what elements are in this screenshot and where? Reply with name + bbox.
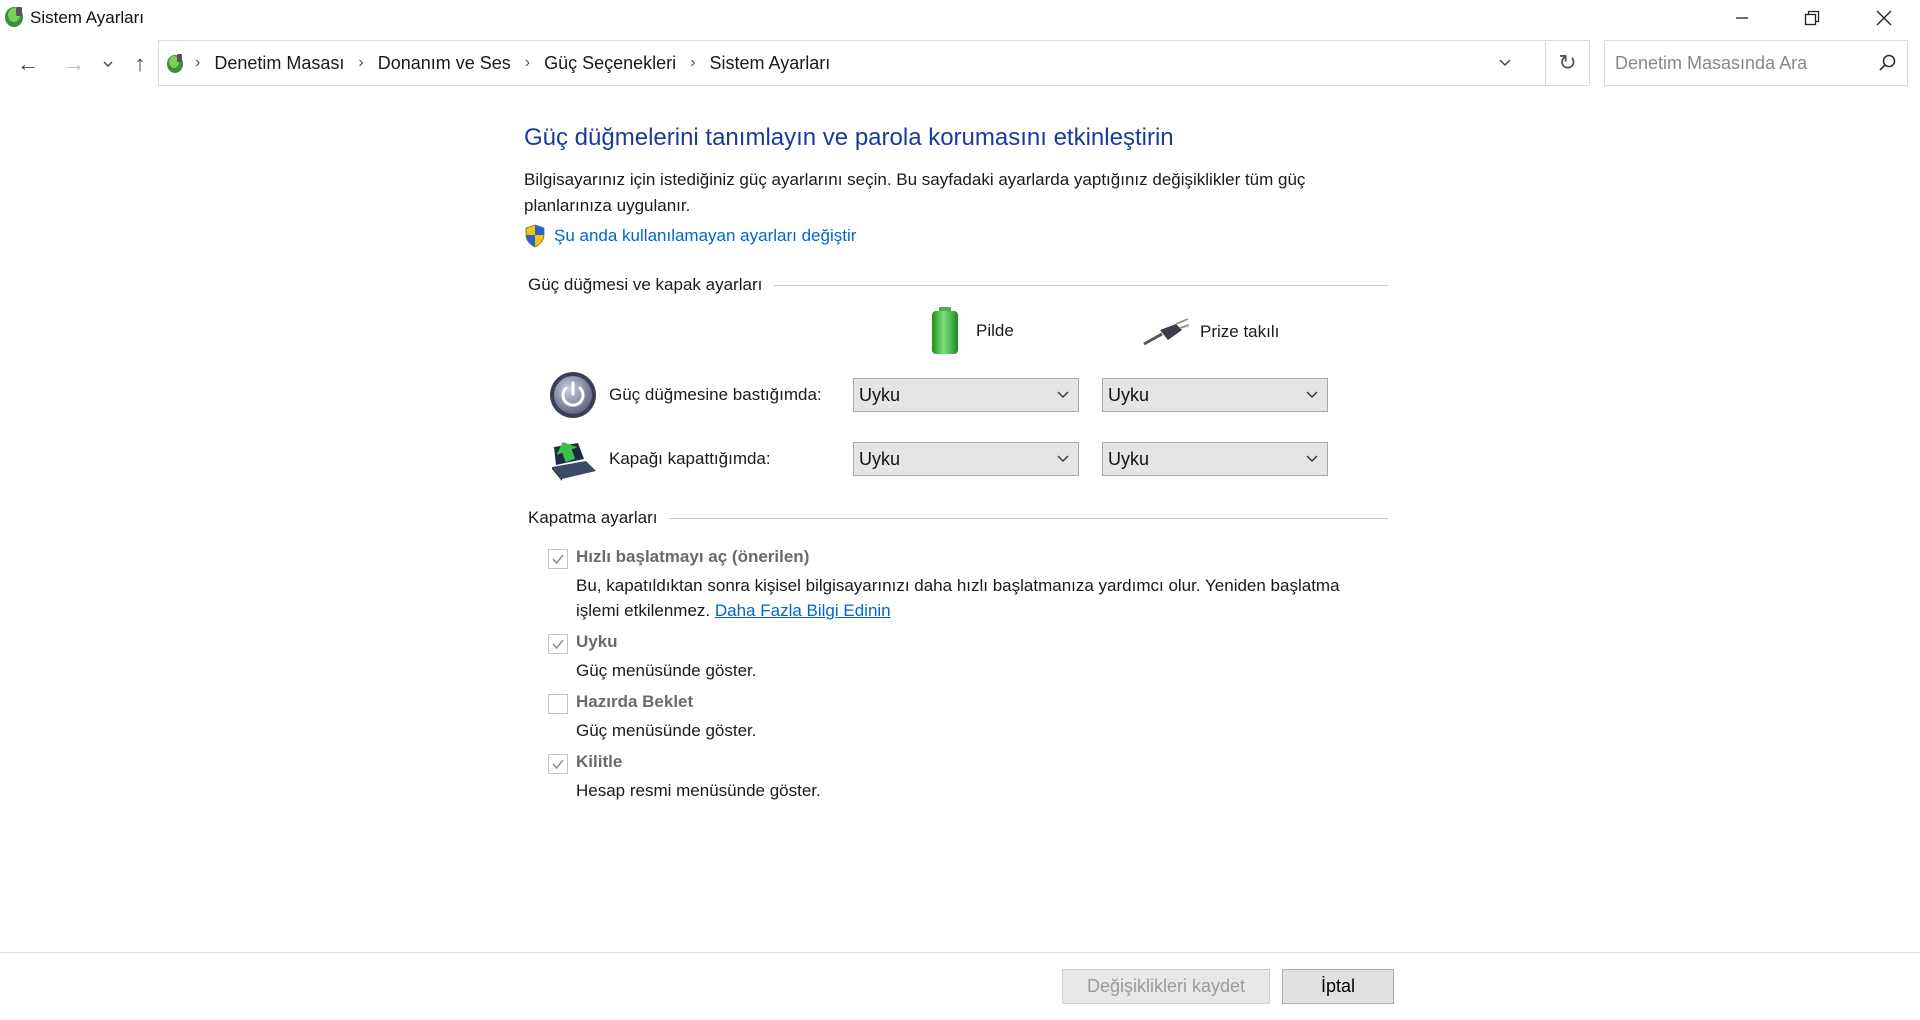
page-description: Bilgisayarınız için istediğiniz güç ayar… [524,170,1306,215]
breadcrumb-donanim-ve-ses[interactable]: Donanım ve Ses [378,53,511,74]
close-button[interactable] [1848,0,1920,36]
footer-divider [0,952,1920,953]
plugged-column-header: Prize takılı [1142,316,1279,348]
up-arrow-icon: ↑ [134,51,146,76]
fast-startup-checkbox[interactable] [548,549,568,569]
chevron-down-icon [1057,391,1069,398]
minimize-icon [1736,17,1748,19]
lid-plugged-value: Uyku [1108,448,1150,469]
breadcrumb-separator-icon[interactable]: › [690,54,695,72]
chevron-down-icon [103,61,113,67]
shutdown-section-header: Kapatma ayarları [528,508,1388,528]
lock-title: Kilitle [576,752,623,771]
checkmark-icon [552,554,564,565]
sleep-description: Güç menüsünde göster. [576,661,757,680]
restore-icon [1804,10,1820,26]
lock-checkbox[interactable] [548,754,568,774]
power-lid-section-title: Güç düğmesi ve kapak ayarları [528,275,763,294]
back-button[interactable]: ← [14,48,42,80]
section-divider [774,284,1388,286]
title-bar: Sistem Ayarları [0,0,1920,36]
close-icon [1876,10,1892,26]
lid-label: Kapağı kapattığımda: [609,449,771,468]
chevron-down-icon [1306,391,1318,398]
back-arrow-icon: ← [17,51,39,76]
uac-shield-icon [525,224,545,248]
plugged-column-label: Prize takılı [1200,322,1280,341]
power-button-battery-value: Uyku [859,384,901,405]
power-button-icon [550,372,596,418]
checkmark-icon [552,759,564,770]
laptop-lid-icon [552,441,596,481]
forward-arrow-icon: → [63,51,85,76]
power-button-plugged-select[interactable]: Uyku [1102,378,1328,412]
hibernate-checkbox[interactable] [548,694,568,714]
refresh-icon: ↻ [1558,50,1577,75]
lid-battery-select[interactable]: Uyku [853,442,1079,476]
search-box[interactable] [1604,40,1908,86]
change-unavailable-settings-link[interactable]: Şu anda kullanılamayan ayarları değiştir [524,224,856,248]
minimize-button[interactable] [1706,0,1778,36]
recent-locations-button[interactable] [96,48,120,80]
power-options-location-icon [167,54,183,73]
power-lid-section-header: Güç düğmesi ve kapak ayarları [528,275,1388,295]
cancel-button[interactable]: İptal [1282,969,1394,1004]
forward-button[interactable]: → [60,48,88,80]
power-options-app-icon [5,7,23,27]
power-plug-icon [1143,318,1190,346]
sleep-title: Uyku [576,632,618,651]
power-button-label: Güç düğmesine bastığımda: [609,385,822,404]
hibernate-title: Hazırda Beklet [576,692,694,711]
window-title: Sistem Ayarları [30,8,145,27]
up-button[interactable]: ↑ [126,48,154,80]
uac-link-label[interactable]: Şu anda kullanılamayan ayarları değiştir [554,226,856,246]
restore-button[interactable] [1776,0,1848,36]
save-changes-button[interactable]: Değişiklikleri kaydet [1062,969,1270,1004]
lid-battery-value: Uyku [859,448,901,469]
breadcrumb-guc-secenekleri[interactable]: Güç Seçenekleri [544,53,676,74]
section-divider [669,517,1388,519]
fast-startup-title: Hızlı başlatmayı aç (önerilen) [576,547,810,566]
search-icon[interactable] [1877,53,1897,73]
chevron-down-icon [1057,455,1069,462]
battery-column-header: Pilde [928,306,1014,356]
address-history-dropdown[interactable] [1481,41,1529,85]
power-button-battery-select[interactable]: Uyku [853,378,1079,412]
learn-more-link[interactable]: Daha Fazla Bilgi Edinin [715,601,891,620]
chevron-down-icon [1499,59,1511,67]
shutdown-section-title: Kapatma ayarları [528,508,658,527]
refresh-button[interactable]: ↻ [1545,40,1590,86]
fast-startup-description: Bu, kapatıldıktan sonra kişisel bilgisay… [576,573,1376,623]
lid-plugged-select[interactable]: Uyku [1102,442,1328,476]
address-bar[interactable]: › Denetim Masası › Donanım ve Ses › Güç … [158,40,1590,86]
hibernate-description: Güç menüsünde göster. [576,721,757,740]
page-title: Güç düğmelerini tanımlayın ve parola kor… [524,124,1174,151]
battery-column-label: Pilde [976,321,1014,340]
breadcrumb-separator-icon[interactable]: › [358,54,363,72]
breadcrumb-separator-icon[interactable]: › [525,54,530,72]
power-button-plugged-value: Uyku [1108,384,1150,405]
breadcrumb-denetim-masasi[interactable]: Denetim Masası [214,53,344,74]
sleep-checkbox[interactable] [548,634,568,654]
fast-startup-desc-text: Bu, kapatıldıktan sonra kişisel bilgisay… [576,576,1340,620]
battery-icon [932,307,958,354]
chevron-down-icon [1306,455,1318,462]
breadcrumb-sistem-ayarlari[interactable]: Sistem Ayarları [710,53,831,74]
checkmark-icon [552,639,564,650]
breadcrumb-separator-icon: › [195,54,201,71]
lock-description: Hesap resmi menüsünde göster. [576,781,821,800]
search-input[interactable] [1615,52,1865,74]
